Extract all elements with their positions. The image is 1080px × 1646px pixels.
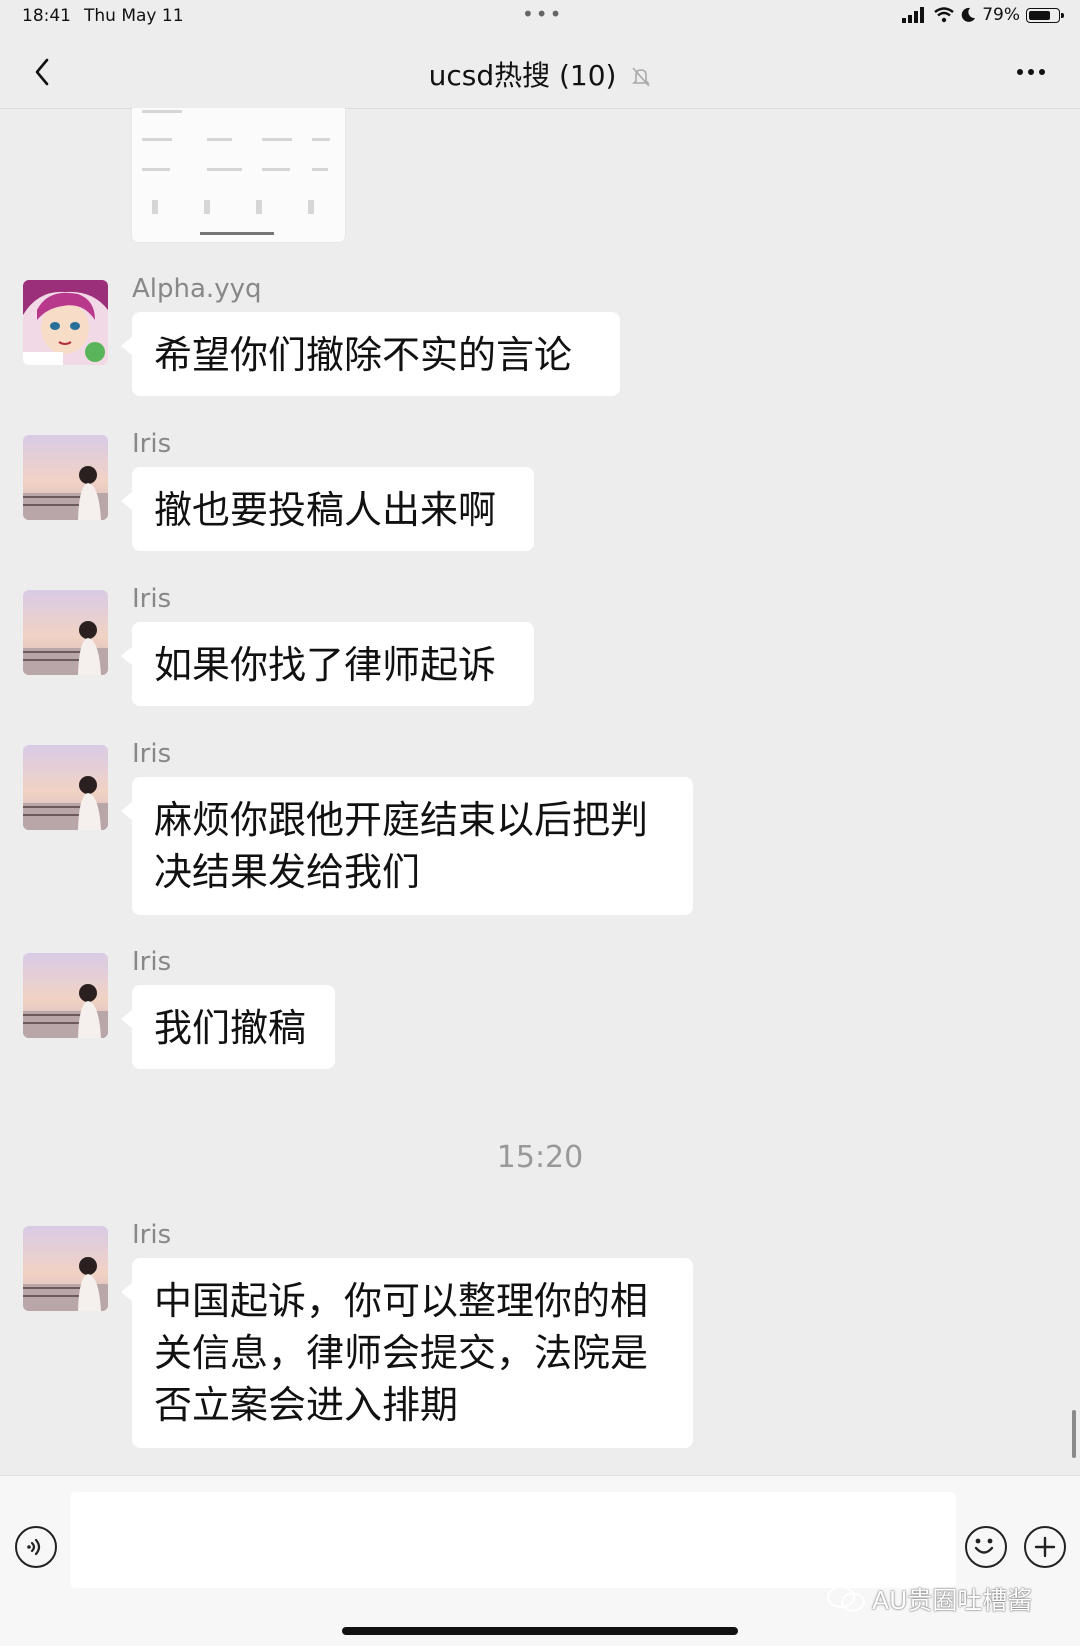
message-list[interactable]: Alpha.yyq 希望你们撤除不实的言论 Iris 撤也要投稿人出来啊 Iri… bbox=[0, 108, 1080, 1470]
wifi-icon bbox=[934, 7, 954, 23]
message-bubble[interactable]: 撤也要投稿人出来啊 bbox=[121, 467, 534, 551]
chat-title: ucsd热搜 (10) bbox=[428, 59, 617, 92]
status-date: Thu May 11 bbox=[84, 6, 184, 26]
watermark: AU贵圈吐槽酱 bbox=[826, 1581, 1032, 1617]
message-line: 我们撤稿 bbox=[154, 1006, 307, 1050]
battery-icon bbox=[1026, 7, 1064, 23]
sender-name: Alpha.yyq bbox=[132, 274, 262, 304]
message-line: 否立案会进入排期 bbox=[154, 1383, 459, 1427]
plus-icon bbox=[1034, 1536, 1056, 1558]
message-line: 希望你们撤除不实的言论 bbox=[154, 333, 573, 377]
message-line: 撤也要投稿人出来啊 bbox=[154, 488, 497, 532]
chat-title-wrap: ucsd热搜 (10) bbox=[0, 54, 1080, 94]
sender-name: Iris bbox=[132, 947, 172, 977]
time-divider: 15:20 bbox=[496, 1140, 584, 1175]
voice-icon bbox=[27, 1538, 41, 1556]
image-message-thumbnail[interactable] bbox=[132, 108, 345, 242]
more-options-button[interactable] bbox=[1006, 50, 1056, 94]
message-bubble[interactable]: 如果你找了律师起诉 bbox=[121, 622, 534, 706]
voice-input-button[interactable] bbox=[15, 1526, 57, 1568]
message-line: 麻烦你跟他开庭结束以后把判 bbox=[154, 798, 649, 842]
signal-icon bbox=[902, 7, 925, 23]
wechat-logo-icon bbox=[827, 1586, 865, 1612]
message-line: 决结果发给我们 bbox=[154, 850, 421, 894]
sender-name: Iris bbox=[132, 1220, 172, 1250]
watermark-text: AU贵圈吐槽酱 bbox=[872, 1586, 1033, 1615]
avatar-iris[interactable] bbox=[23, 590, 108, 675]
message-bubble[interactable]: 中国起诉，你可以整理你的相 关信息，律师会提交，法院是 否立案会进入排期 bbox=[121, 1258, 693, 1448]
multitasking-dots-icon[interactable]: ••• bbox=[522, 2, 563, 26]
sender-name: Iris bbox=[132, 739, 172, 769]
message-line: 关信息，律师会提交，法院是 bbox=[154, 1331, 649, 1375]
message-bubble[interactable]: 我们撤稿 bbox=[121, 985, 335, 1069]
smiley-icon bbox=[974, 1538, 993, 1554]
moon-icon bbox=[961, 7, 976, 22]
message-line: 如果你找了律师起诉 bbox=[154, 643, 497, 687]
more-actions-button[interactable] bbox=[1024, 1526, 1066, 1568]
chat-header: ucsd热搜 (10) bbox=[0, 36, 1080, 109]
message-line: 中国起诉，你可以整理你的相 bbox=[154, 1279, 649, 1323]
avatar-iris[interactable] bbox=[23, 745, 108, 830]
sender-name: Iris bbox=[132, 429, 172, 459]
home-indicator[interactable] bbox=[342, 1627, 738, 1635]
avatar-alpha[interactable] bbox=[23, 280, 108, 365]
status-indicators: 79% bbox=[902, 5, 1064, 25]
avatar-iris[interactable] bbox=[23, 953, 108, 1038]
ellipsis-icon bbox=[1017, 69, 1045, 75]
message-bubble[interactable]: 麻烦你跟他开庭结束以后把判 决结果发给我们 bbox=[121, 777, 693, 915]
mute-bell-icon bbox=[632, 67, 651, 87]
battery-percent: 79% bbox=[982, 5, 1020, 25]
emoji-button[interactable] bbox=[965, 1526, 1007, 1568]
battery-level bbox=[1029, 10, 1050, 20]
avatar-iris[interactable] bbox=[23, 1226, 108, 1311]
status-bar: 18:41 Thu May 11 ••• 79% bbox=[0, 0, 1080, 36]
avatar-iris[interactable] bbox=[23, 435, 108, 520]
message-input[interactable] bbox=[70, 1492, 956, 1588]
message-bubble[interactable]: 希望你们撤除不实的言论 bbox=[121, 312, 620, 396]
status-time: 18:41 bbox=[22, 6, 71, 26]
scrollbar[interactable] bbox=[1072, 1410, 1076, 1458]
sender-name: Iris bbox=[132, 584, 172, 614]
input-bar: AU贵圈吐槽酱 bbox=[0, 1475, 1080, 1646]
